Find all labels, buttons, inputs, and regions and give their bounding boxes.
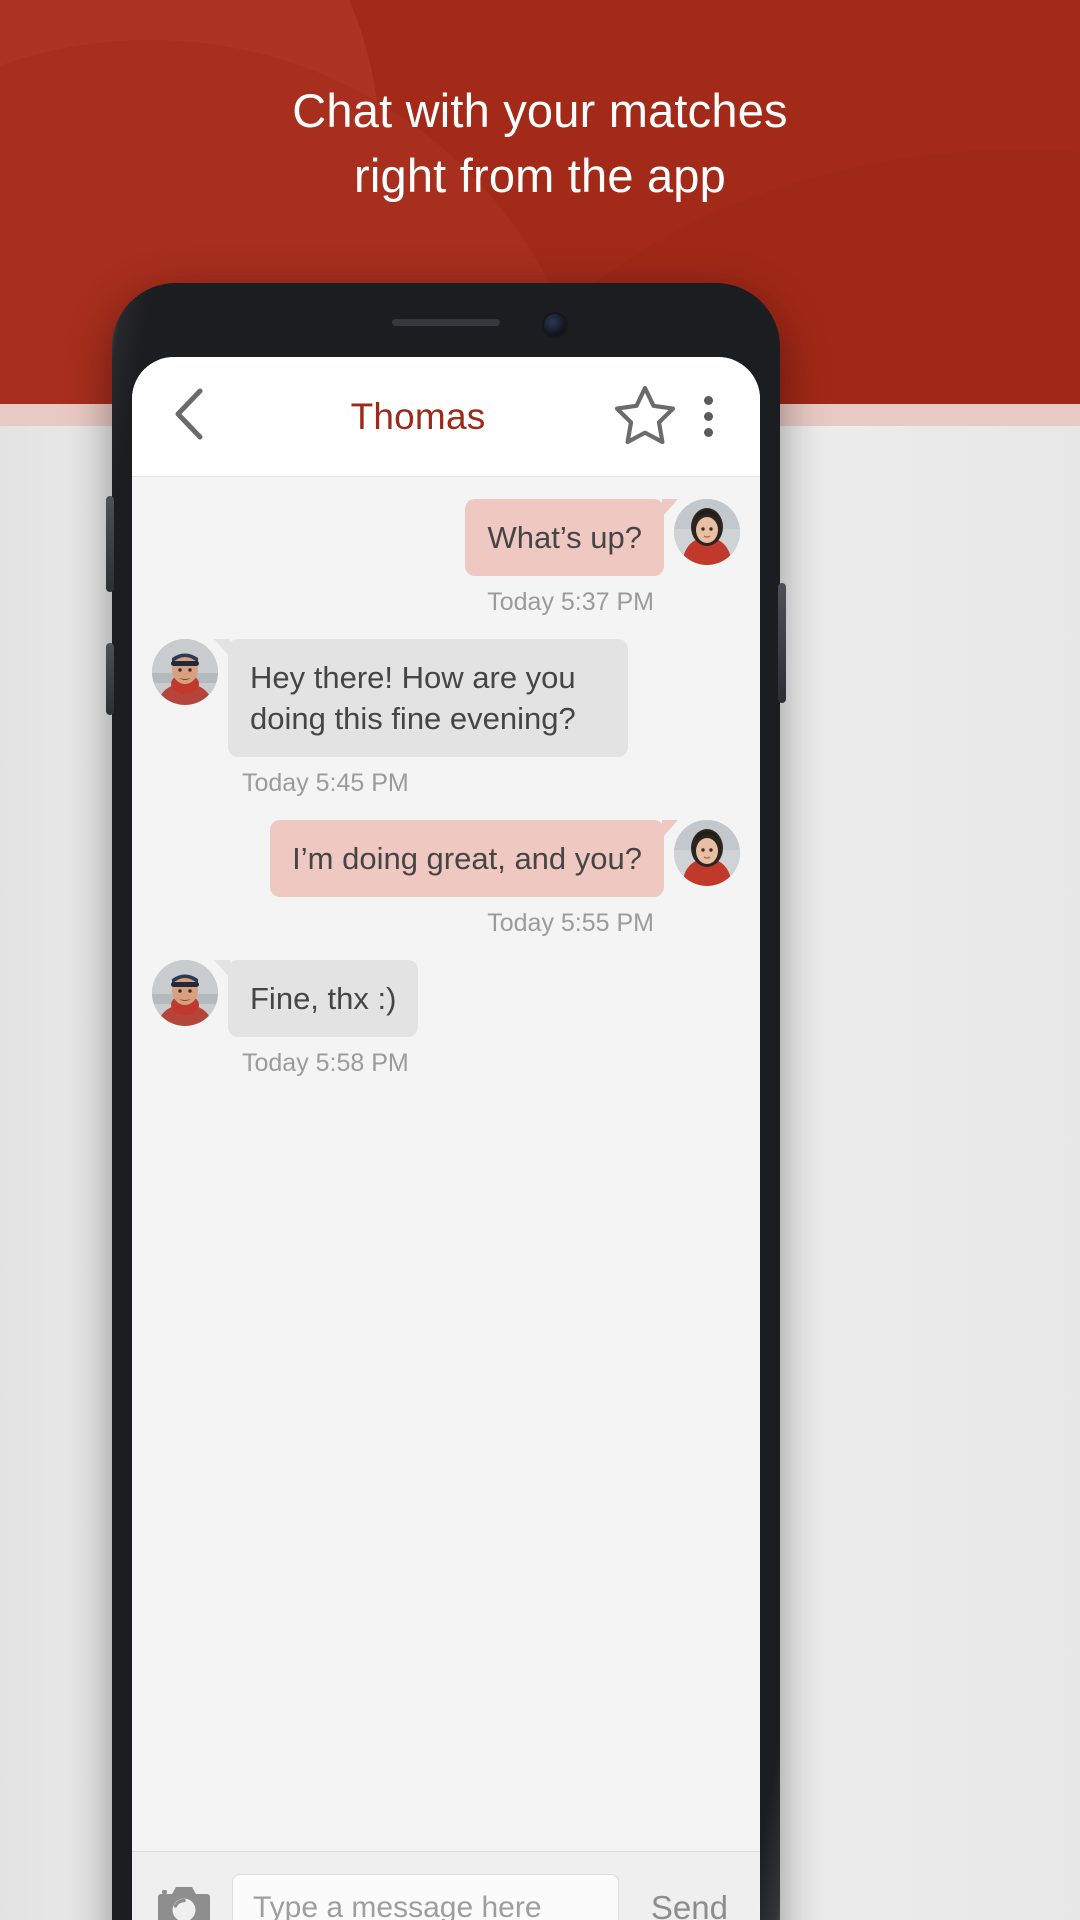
bubble-tail (214, 960, 230, 978)
star-outline-icon (614, 384, 676, 449)
message-text: Hey there! How are you doing this fine e… (250, 660, 576, 736)
man-avatar (152, 639, 218, 705)
chat-header: Thomas (132, 357, 760, 477)
kebab-menu-icon-dot-1 (703, 396, 713, 405)
kebab-menu-icon-dot-3 (703, 428, 713, 437)
message-row: What’s up? (152, 499, 740, 576)
send-button[interactable]: Send (637, 1889, 738, 1920)
man-avatar (152, 960, 218, 1026)
phone-power-button[interactable] (778, 583, 786, 703)
back-button[interactable] (156, 385, 220, 449)
message-bubble[interactable]: Hey there! How are you doing this fine e… (214, 639, 628, 757)
message-text: What’s up? (487, 520, 642, 555)
bubble-tail (662, 820, 678, 838)
promo-headline-line-1: Chat with your matches (292, 84, 788, 137)
bubble-tail (662, 499, 678, 517)
camera-icon (157, 1882, 211, 1920)
phone-volume-up-button[interactable] (106, 496, 114, 592)
message-text: Fine, thx :) (250, 981, 397, 1016)
avatar[interactable] (152, 639, 218, 705)
message-row: Hey there! How are you doing this fine e… (152, 639, 740, 757)
chat-app-screen: Thomas What’s up? Today 5:37 PM Hey ther… (132, 357, 760, 1920)
message-timestamp: Today 5:55 PM (487, 909, 654, 937)
screenshot-root: Chat with your matches right from the ap… (0, 0, 1080, 1920)
bubble-tail (214, 639, 230, 657)
phone-earpiece-speaker (392, 319, 500, 326)
message-timestamp: Today 5:37 PM (487, 588, 654, 616)
message-text: I’m doing great, and you? (292, 841, 642, 876)
promo-headline: Chat with your matches right from the ap… (0, 78, 1080, 208)
message-timestamp: Today 5:58 PM (242, 1049, 409, 1077)
message-row: Fine, thx :) (152, 960, 740, 1037)
front-camera-icon (544, 314, 566, 336)
avatar[interactable] (674, 820, 740, 886)
message-input-placeholder: Type a message here (253, 1890, 542, 1920)
message-input[interactable]: Type a message here (232, 1873, 619, 1920)
message-thread[interactable]: What’s up? Today 5:37 PM Hey there! How … (132, 477, 760, 1851)
message-bubble[interactable]: I’m doing great, and you? (270, 820, 678, 897)
message-timestamp: Today 5:45 PM (242, 769, 409, 797)
message-bubble[interactable]: Fine, thx :) (214, 960, 419, 1037)
woman-avatar (674, 499, 740, 565)
message-bubble[interactable]: What’s up? (465, 499, 678, 576)
message-composer: Type a message here Send (132, 1851, 760, 1920)
avatar[interactable] (152, 960, 218, 1026)
promo-headline-line-2: right from the app (354, 149, 726, 202)
chat-title: Thomas (350, 395, 486, 437)
phone-volume-down-button[interactable] (106, 643, 114, 715)
more-options-button[interactable] (680, 385, 736, 449)
kebab-menu-icon-dot-2 (703, 412, 713, 421)
phone-mockup: Thomas What’s up? Today 5:37 PM Hey ther… (106, 283, 786, 1920)
message-row: I’m doing great, and you? (152, 820, 740, 897)
favorite-button[interactable] (610, 385, 680, 449)
chevron-left-icon (171, 387, 205, 446)
avatar[interactable] (674, 499, 740, 565)
woman-avatar (674, 820, 740, 886)
camera-button[interactable] (154, 1878, 214, 1920)
